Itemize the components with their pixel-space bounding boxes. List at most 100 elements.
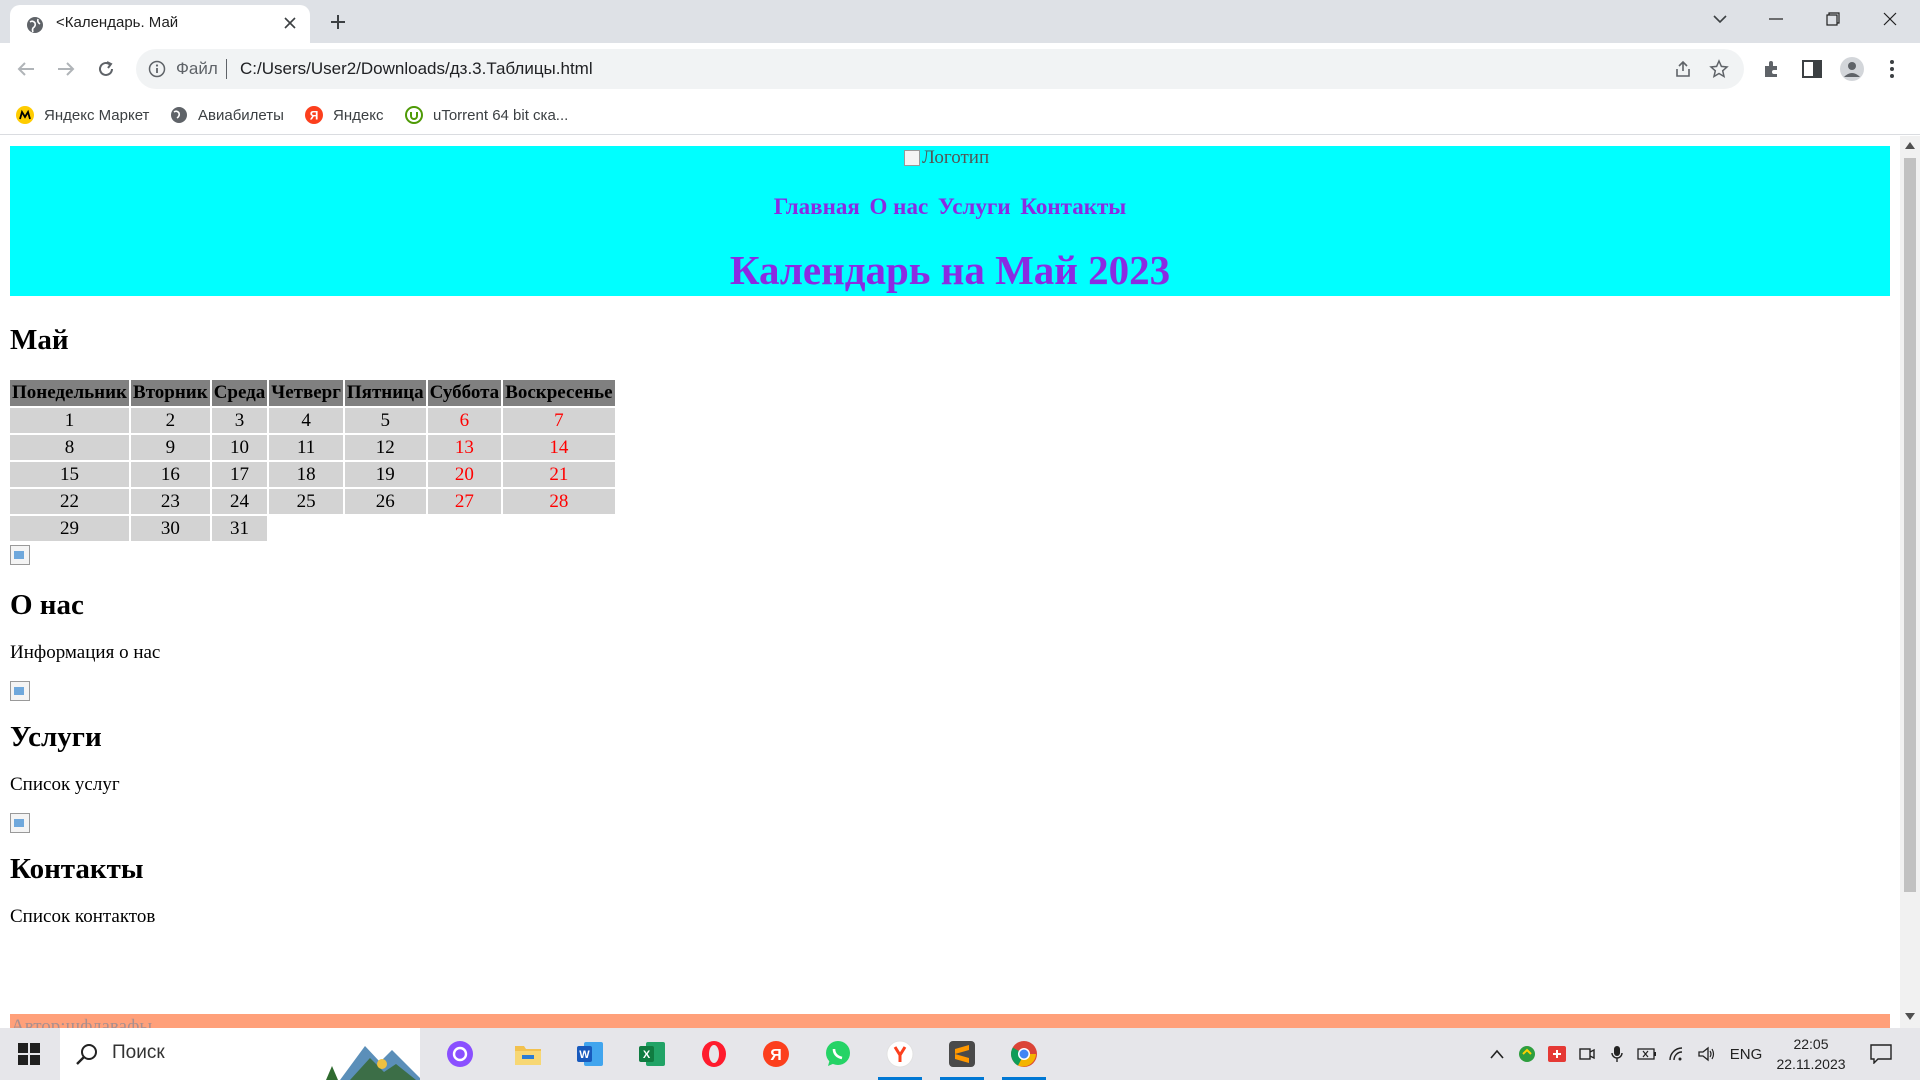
taskbar-clock[interactable]: 22:05 22.11.2023 [1766,1034,1856,1074]
calendar-day-cell: 8 [10,435,130,460]
weekday-header: Воскресенье [503,380,615,406]
calendar-empty-cell [345,516,426,541]
section-services-text: Список услуг [10,774,120,795]
taskbar-search[interactable]: Поиск [60,1028,420,1080]
calendar-day-cell: 25 [269,489,343,514]
weekday-header: Суббота [427,380,502,406]
calendar-day-cell: 24 [211,489,268,514]
page-scrollbar[interactable] [1900,136,1920,1028]
calendar-day-cell: 19 [344,462,426,487]
excel-icon[interactable]: X [624,1032,680,1076]
yandex-browser-icon[interactable]: Я [748,1032,804,1076]
calendar-day-cell: 26 [344,489,426,514]
opera-icon[interactable] [686,1032,742,1076]
broken-image-icon [10,545,30,565]
back-icon[interactable] [10,53,42,85]
bookmark-aviabilety[interactable]: Авиабилеты [170,102,284,128]
nav-item-about[interactable]: О нас [870,194,929,219]
yandex-icon[interactable] [872,1032,928,1080]
camera-tray-icon[interactable] [1576,1042,1598,1066]
new-tab-icon[interactable] [324,8,352,36]
nav-item-services[interactable]: Услуги [938,194,1011,219]
bookmark-yandex[interactable]: Я Яндекс [305,102,383,128]
calendar-day-cell: 30 [131,516,210,541]
search-placeholder: Поиск [112,1042,165,1063]
scroll-down-arrow-icon[interactable] [1904,1012,1916,1022]
scroll-up-arrow-icon[interactable] [1904,140,1916,150]
show-hidden-icons-icon[interactable] [1486,1042,1508,1066]
section-contacts-heading: Контакты [10,853,144,885]
profile-avatar-icon[interactable] [1838,55,1866,83]
tab-search-icon[interactable] [1692,0,1748,38]
calendar-day-cell: 31 [211,516,268,541]
close-tab-icon[interactable] [278,11,302,35]
url-text[interactable]: C:/Users/User2/Downloads/дз.3.Таблицы.ht… [240,59,593,79]
extensions-icon[interactable] [1758,55,1786,83]
browser-toolbar: Файл C:/Users/User2/Downloads/дз.3.Табли… [0,43,1920,95]
clock-time: 22:05 [1793,1036,1829,1052]
calendar-weekend-cell: 6 [427,408,502,433]
wifi-icon[interactable] [1666,1042,1688,1066]
calendar-day-cell: 1 [10,408,130,433]
alice-icon[interactable] [432,1032,488,1076]
weekday-header: Четверг [269,380,343,406]
footer-author-text: Автор:щфлавафы [11,1016,153,1028]
site-header: Логотип Главная О нас Услуги Контакты Ка… [10,146,1890,296]
calendar-day-cell: 23 [131,489,210,514]
search-highlight-illustration [320,1028,420,1080]
volume-icon[interactable] [1696,1042,1718,1066]
svg-text:Я: Я [310,109,319,123]
close-window-icon[interactable] [1862,0,1918,38]
calendar-week-row: 22 23 24 25 26 27 28 [10,489,615,514]
calendar-header-row: Понедельник Вторник Среда Четверг Пятниц… [10,380,615,406]
file-explorer-icon[interactable] [500,1032,556,1076]
info-icon[interactable] [148,60,166,78]
bookmark-star-icon[interactable] [1708,58,1730,80]
site-footer: Автор:щфлавафы [10,1014,1890,1028]
section-about-text: Информация о нас [10,642,161,663]
restore-icon[interactable] [1805,0,1861,38]
file-scheme-label: Файл [176,59,218,78]
calendar-empty-cell [503,516,614,541]
calendar-day-cell: 11 [269,435,343,460]
browser-menu-icon[interactable] [1878,55,1906,83]
side-panel-icon[interactable] [1798,55,1826,83]
notifications-icon[interactable] [1866,1042,1896,1066]
scrollbar-thumb[interactable] [1904,158,1916,892]
sync-tray-icon[interactable] [1516,1042,1538,1066]
browser-tab[interactable]: <Календарь. Май [10,5,310,43]
calendar-day-cell: 15 [10,462,130,487]
calendar-weekend-cell: 13 [427,435,502,460]
address-bar[interactable]: Файл C:/Users/User2/Downloads/дз.3.Табли… [136,49,1744,89]
nav-item-contacts[interactable]: Контакты [1020,194,1126,219]
battery-icon[interactable] [1636,1042,1658,1066]
bookmark-label: Яндекс [333,106,384,124]
svg-text:X: X [643,1049,651,1061]
calendar-weekend-cell: 7 [503,408,615,433]
bookmark-yandex-market[interactable]: Яндекс Маркет [16,102,149,128]
share-icon[interactable] [1672,58,1694,80]
reload-icon[interactable] [90,53,122,85]
site-navigation: Главная О нас Услуги Контакты [10,194,1890,220]
chrome-icon[interactable] [996,1032,1052,1080]
forward-icon[interactable] [50,53,82,85]
bookmark-utorrent[interactable]: uTorrent 64 bit ска... [405,102,568,128]
yandex-icon: Я [305,106,323,124]
antivirus-tray-icon[interactable] [1546,1042,1568,1066]
section-services-heading: Услуги [10,721,102,753]
word-icon[interactable]: W [562,1032,618,1076]
microphone-icon[interactable] [1606,1042,1628,1066]
language-indicator[interactable]: ENG [1728,1042,1764,1066]
bookmark-label: Авиабилеты [198,106,284,124]
calendar-day-cell: 16 [131,462,210,487]
page-title: Календарь на Май 2023 [729,247,1171,293]
whatsapp-icon[interactable] [810,1032,866,1076]
sublime-text-icon[interactable] [934,1032,990,1080]
nav-item-home[interactable]: Главная [774,194,860,219]
calendar-weekend-cell: 27 [427,489,502,514]
calendar-day-cell: 29 [10,516,130,541]
calendar-week-row: 29 30 31 [10,516,615,541]
minimize-icon[interactable] [1748,0,1804,38]
calendar-day-cell: 3 [211,408,268,433]
windows-start-icon[interactable] [0,1028,58,1080]
